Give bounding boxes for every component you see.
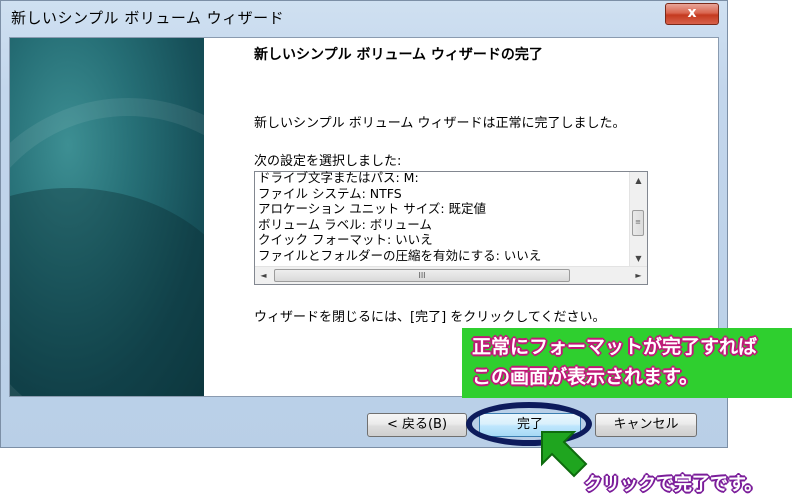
page-title: 新しいシンプル ボリューム ウィザードの完了	[254, 47, 543, 63]
banner-decoration	[10, 98, 204, 396]
pointer-arrow-icon	[541, 431, 588, 478]
click-annotation-label: クリックで完了です。	[584, 474, 763, 495]
settings-label: 次の設定を選択しました:	[254, 154, 402, 169]
close-instruction: ウィザードを閉じるには、[完了] をクリックしてください。	[254, 310, 606, 325]
window-title: 新しいシンプル ボリューム ウィザード	[11, 9, 285, 27]
annotation-callout: 正常にフォーマットが完了すれば この画面が表示されます。	[462, 328, 792, 398]
wizard-banner-image	[10, 38, 204, 396]
arrow-shape	[541, 431, 588, 478]
scroll-down-icon[interactable]: ▼	[630, 250, 647, 267]
horizontal-scrollbar[interactable]: ◄ III ►	[255, 266, 647, 284]
cancel-button[interactable]: キャンセル	[595, 413, 697, 437]
scroll-left-icon[interactable]: ◄	[255, 267, 272, 284]
settings-summary-box[interactable]: ドライブ文字またはパス: M: ファイル システム: NTFS アロケーション …	[254, 170, 648, 285]
settings-item: クイック フォーマット: いいえ	[258, 232, 433, 247]
settings-item: アロケーション ユニット サイズ: 既定値	[258, 201, 487, 216]
settings-item: ドライブ文字またはパス: M:	[258, 170, 419, 185]
settings-item: ファイル システム: NTFS	[258, 185, 402, 201]
callout-line-2: この画面が表示されます。	[472, 366, 699, 388]
title-bar: 新しいシンプル ボリューム ウィザード x	[1, 1, 727, 33]
completion-message: 新しいシンプル ボリューム ウィザードは正常に完了しました。	[254, 116, 626, 131]
vertical-scroll-thumb[interactable]: ≡	[632, 210, 644, 236]
scroll-right-icon[interactable]: ►	[630, 267, 647, 284]
horizontal-scroll-thumb[interactable]: III	[274, 269, 570, 282]
back-button[interactable]: < 戻る(B)	[367, 413, 467, 437]
vertical-scrollbar[interactable]: ▲ ≡ ▼	[629, 172, 647, 267]
settings-item: ボリューム ラベル: ボリューム	[258, 216, 432, 232]
settings-item: ファイルとフォルダーの圧縮を有効にする: いいえ	[258, 247, 542, 263]
settings-list: ドライブ文字またはパス: M: ファイル システム: NTFS アロケーション …	[258, 170, 628, 262]
close-button[interactable]: x	[665, 3, 719, 25]
callout-line-1: 正常にフォーマットが完了すれば	[472, 336, 758, 358]
scroll-up-icon[interactable]: ▲	[630, 172, 647, 189]
